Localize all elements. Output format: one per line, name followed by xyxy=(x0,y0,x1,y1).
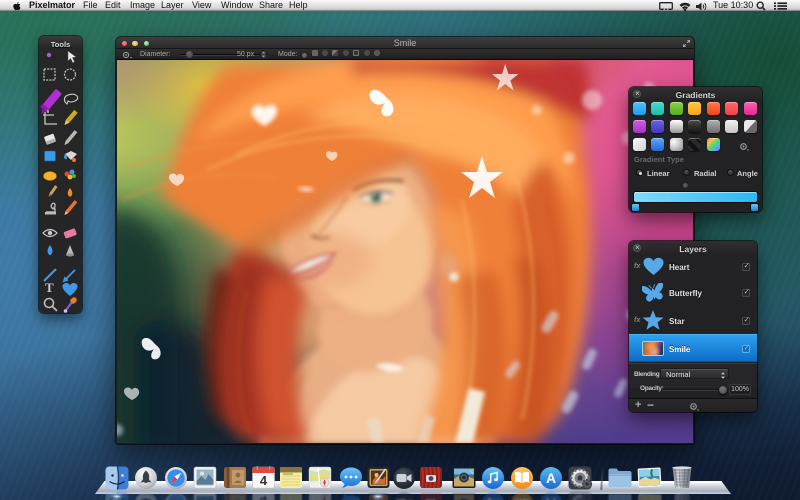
svg-text:A: A xyxy=(546,470,556,486)
svg-text:4: 4 xyxy=(260,473,268,488)
svg-text:T: T xyxy=(45,280,54,295)
